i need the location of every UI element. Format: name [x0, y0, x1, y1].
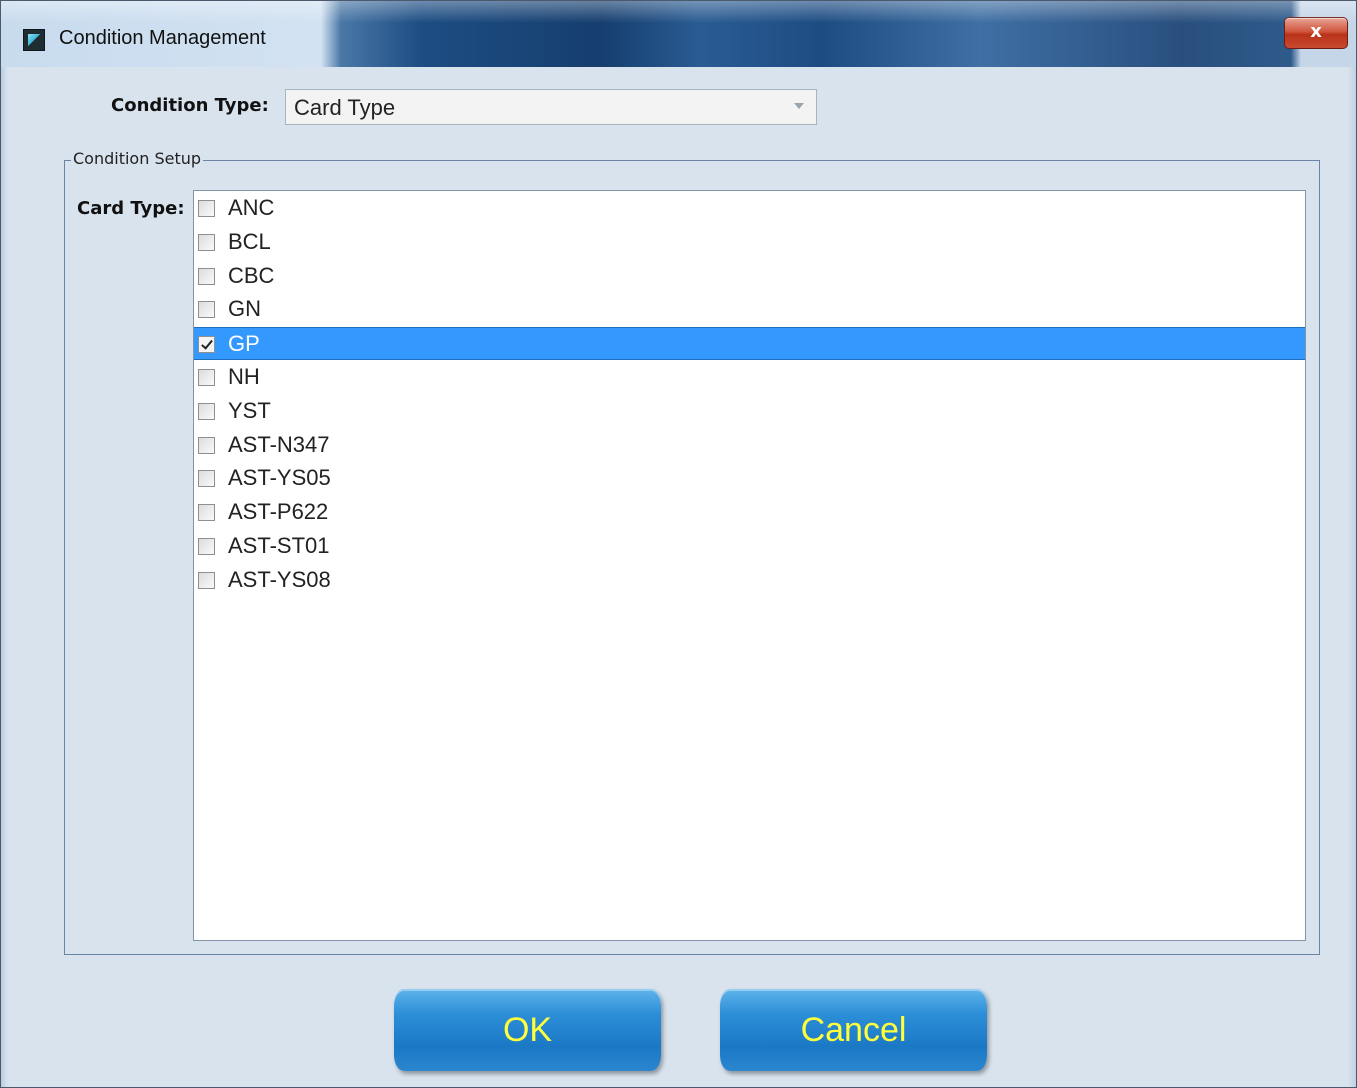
checkbox[interactable] [198, 200, 215, 217]
condition-type-label: Condition Type: [111, 95, 269, 116]
title-bar[interactable]: Condition Management x [1, 1, 1356, 67]
ok-button[interactable]: OK [394, 989, 661, 1071]
checkbox[interactable] [198, 538, 215, 555]
list-item-label: AST-YS05 [228, 465, 331, 491]
condition-type-value: Card Type [294, 95, 396, 120]
app-icon [23, 29, 45, 51]
list-item[interactable]: CBC [194, 260, 1305, 293]
list-item[interactable]: NH [194, 361, 1305, 394]
list-item[interactable]: AST-YS05 [194, 462, 1305, 495]
list-item-label: AST-N347 [228, 431, 330, 457]
close-button[interactable]: x [1284, 17, 1348, 49]
list-item[interactable]: AST-YS08 [194, 564, 1305, 597]
list-item[interactable]: YST [194, 395, 1305, 428]
list-item[interactable]: GN [194, 293, 1305, 326]
checkbox[interactable] [198, 571, 215, 589]
checkbox[interactable] [198, 233, 215, 251]
list-item[interactable]: BCL [194, 226, 1305, 259]
checkbox[interactable] [198, 504, 215, 522]
list-item[interactable]: GP [194, 327, 1305, 361]
checkbox[interactable] [198, 369, 215, 386]
list-item[interactable]: AST-ST01 [194, 530, 1305, 563]
checkbox[interactable] [198, 301, 215, 319]
condition-setup-legend: Condition Setup [71, 149, 204, 168]
window-title: Condition Management [59, 27, 266, 49]
chevron-down-icon[interactable] [794, 103, 804, 109]
list-item-label: YST [228, 397, 271, 423]
list-item[interactable]: ANC [194, 192, 1305, 225]
list-item-label: NH [228, 364, 260, 389]
cancel-button[interactable]: Cancel [720, 989, 987, 1071]
condition-type-dropdown[interactable]: Card Type [285, 89, 817, 125]
list-item-label: GP [228, 331, 260, 357]
list-item-label: AST-P622 [228, 499, 329, 525]
checkbox[interactable] [198, 267, 215, 285]
condition-management-window: Condition Management x Condition Type: C… [0, 0, 1357, 1088]
list-item[interactable]: AST-N347 [194, 429, 1305, 462]
card-type-checklist[interactable]: ANC BCL CBC GN GP NH YST AST-N347 AST-YS05 AST-P6… [193, 190, 1306, 941]
checkbox[interactable] [198, 436, 215, 454]
checkbox[interactable] [198, 470, 215, 488]
list-item-label: ANC [228, 195, 275, 220]
list-item-label: AST-YS08 [228, 566, 331, 592]
list-item[interactable]: AST-P622 [194, 496, 1305, 529]
list-item-label: BCL [228, 228, 271, 254]
checkbox-checked[interactable] [198, 336, 215, 354]
checkbox[interactable] [198, 402, 215, 420]
list-item-label: GN [228, 296, 261, 322]
list-item-label: AST-ST01 [228, 533, 330, 558]
card-type-label: Card Type: [77, 198, 185, 219]
list-item-label: CBC [228, 262, 275, 288]
